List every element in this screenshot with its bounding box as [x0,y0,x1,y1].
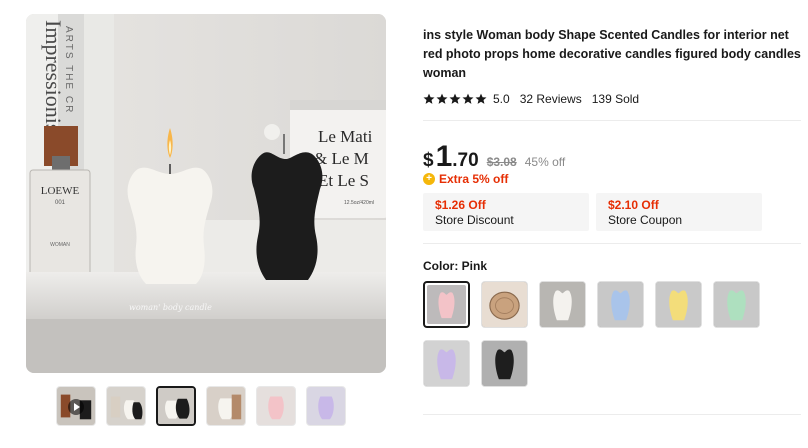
thumbnail-strip [56,386,362,430]
star-rating[interactable] [423,93,487,105]
coupon-label: Store Discount [435,213,514,227]
coupon-label: Store Coupon [608,213,683,227]
jar-small-text: 12.5oz/420ml [344,200,374,206]
coupon-amount: $1.26 Off [435,198,486,212]
main-product-image[interactable]: Impressionist ARTS THE CR LOEWE 001 WOMA… [26,14,386,373]
extra-discount: + Extra 5% off [423,171,508,187]
color-option-black-body-candle[interactable] [481,340,528,387]
product-title: ins style Woman body Shape Scented Candl… [423,28,801,80]
reviews-link[interactable]: 32 Reviews [520,92,582,106]
rating-value: 5.0 [493,92,510,106]
thumb-3[interactable] [156,386,196,426]
star-icon [423,93,435,104]
price-integer: 1 [435,140,453,173]
divider [423,120,801,121]
bottle-number-text: 001 [55,200,66,206]
color-option-yellow-body-candle[interactable] [655,281,702,328]
thumb-6[interactable] [306,386,346,426]
star-icon [475,93,487,104]
store-coupon[interactable]: $2.10 Off Store Coupon [596,193,762,231]
jar-line-2: & Le M [314,149,369,168]
video-thumb[interactable] [56,386,96,426]
jar-line-3: Et Le S [318,171,369,190]
color-option-white-body-candle[interactable] [539,281,586,328]
coin-icon: + [423,173,435,185]
color-option-purple-body-candle[interactable] [423,340,470,387]
thumb-4[interactable] [206,386,246,426]
star-icon [436,93,448,104]
price: $ 1 .70 $3.08 45% off [423,140,566,173]
jar-line-1: Le Mati [318,127,373,146]
bottle-brand-text: LOEWE [41,185,80,197]
price-currency: $ [423,150,434,171]
bottle-sub-text: WOMAN [50,242,70,248]
price-decimal: .70 [452,150,479,171]
color-option-blue-body-candle[interactable] [597,281,644,328]
divider [423,243,801,244]
book-subtitle-text: ARTS THE CR [63,26,74,114]
star-icon [449,93,461,104]
thumb-2[interactable] [106,386,146,426]
color-label: Color: Pink [423,259,488,273]
discount-percent: 45% off [524,155,566,169]
original-price: $3.08 [486,155,517,169]
shelf-script-text: woman' body candle [129,303,212,312]
star-icon [462,93,474,104]
thumb-5[interactable] [256,386,296,426]
book-title-text: Impressionist [41,20,66,139]
store-discount-coupon[interactable]: $1.26 Off Store Discount [423,193,589,231]
divider [423,414,801,415]
color-option-wood-disc-candle[interactable] [481,281,528,328]
rating-row: 5.0 32 Reviews 139 Sold [423,91,639,107]
play-icon [68,399,84,415]
coupon-amount: $2.10 Off [608,198,659,212]
extra-discount-label: Extra 5% off [439,172,509,186]
color-option-pink-body-candle[interactable] [423,281,470,328]
sold-count: 139 Sold [591,92,640,106]
color-option-green-body-candle[interactable] [713,281,760,328]
